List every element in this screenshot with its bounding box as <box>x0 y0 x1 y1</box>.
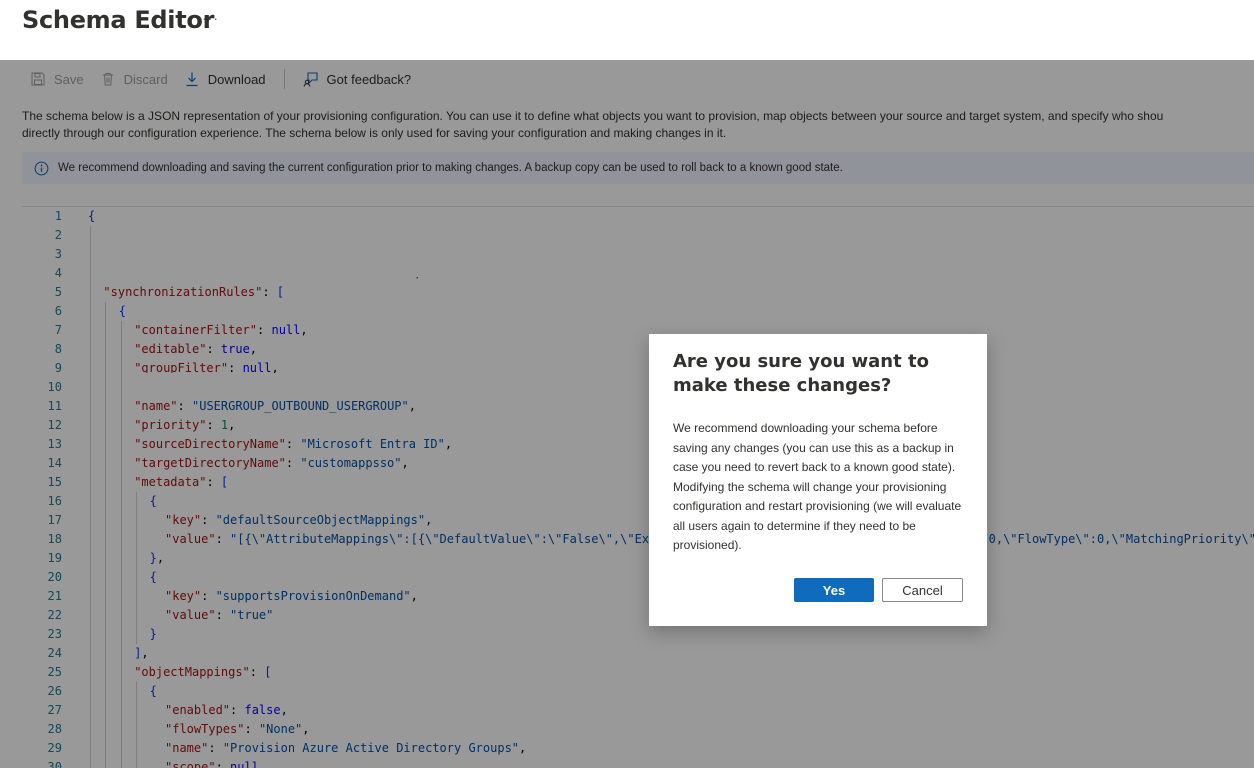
more-options-button[interactable]: ··· <box>202 10 219 26</box>
confirm-changes-dialog: Are you sure you want to make these chan… <box>649 334 987 626</box>
page-header: Schema Editor ··· <box>0 0 1254 60</box>
page-title: Schema Editor <box>22 6 215 34</box>
dialog-title: Are you sure you want to make these chan… <box>673 351 929 396</box>
modal-overlay <box>0 60 1254 768</box>
dialog-message: We recommend downloading your schema bef… <box>673 421 962 552</box>
yes-button[interactable]: Yes <box>794 578 874 602</box>
cancel-button[interactable]: Cancel <box>882 578 963 602</box>
